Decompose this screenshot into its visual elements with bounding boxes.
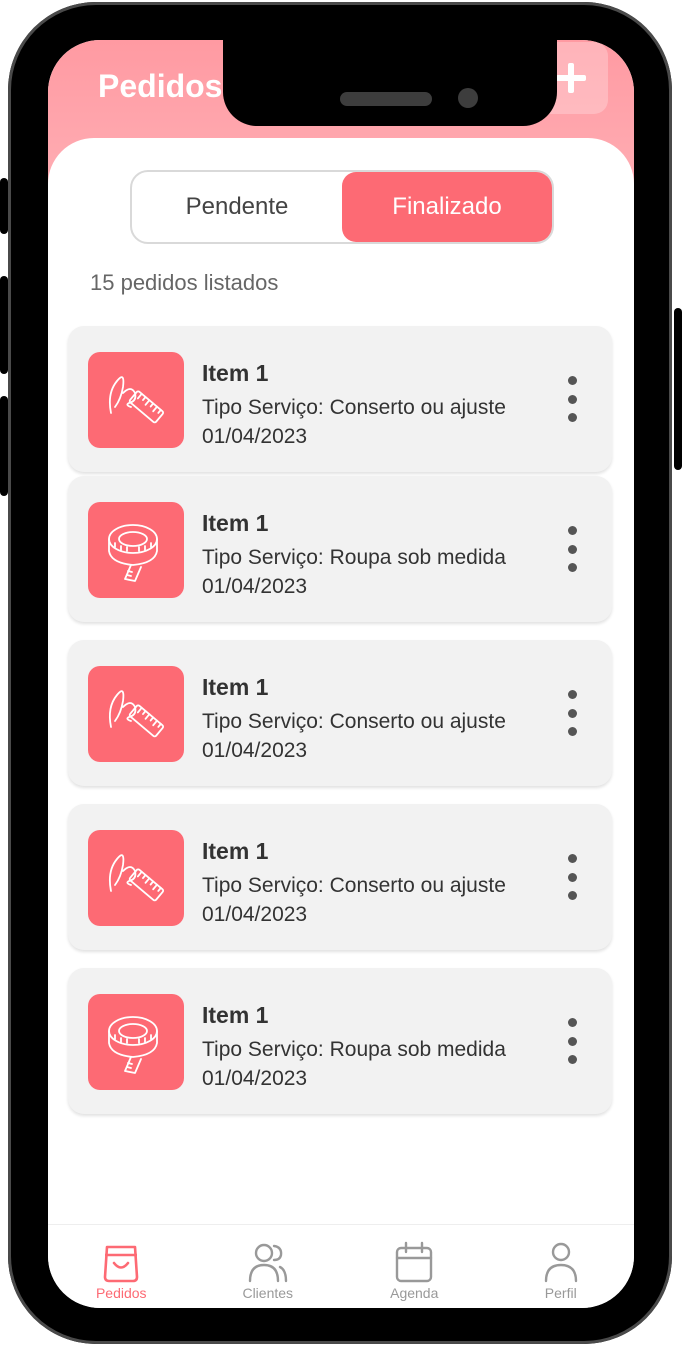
main-content: Pendente Finalizado 15 pedidos listados … <box>48 138 634 1228</box>
volume-up-button <box>0 276 8 374</box>
order-service-type: Tipo Serviço: Conserto ou ajuste <box>202 874 506 897</box>
tab-pendente[interactable]: Pendente <box>132 172 342 242</box>
order-date: 01/04/2023 <box>202 739 308 762</box>
orders-count: 15 pedidos listados <box>90 270 279 295</box>
more-options-icon[interactable] <box>558 690 586 736</box>
measuring-tape-icon <box>101 513 171 587</box>
tab-finalizado[interactable]: Finalizado <box>342 172 552 242</box>
speaker-grille <box>340 92 432 106</box>
order-card[interactable]: Item 1 Tipo Serviço: Roupa sob medida 01/0… <box>68 968 612 1114</box>
user-icon <box>544 1242 577 1283</box>
order-thumbnail <box>88 994 184 1090</box>
more-options-icon[interactable] <box>558 1018 586 1064</box>
app-screen: Pedidos Pendente Finalizado 15 pedidos l… <box>48 40 634 1308</box>
order-thumbnail <box>88 830 184 926</box>
mute-switch <box>0 178 8 234</box>
more-options-icon[interactable] <box>558 526 586 572</box>
order-service-type: Tipo Serviço: Roupa sob medida <box>202 1038 506 1061</box>
nav-label: Perfil <box>544 1285 577 1301</box>
order-service-type: Tipo Serviço: Conserto ou ajuste <box>202 710 506 733</box>
more-options-icon[interactable] <box>558 854 586 900</box>
needle-thread-icon <box>101 841 171 915</box>
power-button <box>674 308 682 470</box>
calendar-icon <box>396 1241 433 1283</box>
front-camera <box>458 88 478 108</box>
nav-label: Pedidos <box>95 1285 147 1301</box>
measuring-tape-icon <box>101 1005 171 1079</box>
order-thumbnail <box>88 666 184 762</box>
phone-notch <box>223 40 557 126</box>
shopping-bag-icon <box>103 1245 139 1283</box>
order-card[interactable]: Item 1 Tipo Serviço: Roupa sob medida 01/0… <box>68 476 612 622</box>
order-thumbnail <box>88 502 184 598</box>
order-card[interactable]: Item 1 Tipo Serviço: Conserto ou ajuste 01… <box>68 804 612 950</box>
order-name: Item 1 <box>202 510 269 536</box>
order-name: Item 1 <box>202 1002 269 1028</box>
volume-down-button <box>0 396 8 496</box>
nav-label: Clientes <box>242 1285 294 1301</box>
bottom-nav: Pedidos Clientes Agenda Perfil <box>48 1224 634 1308</box>
order-date: 01/04/2023 <box>202 575 308 598</box>
plus-icon <box>556 63 586 93</box>
nav-item-agenda[interactable]: Agenda <box>341 1225 488 1308</box>
order-card[interactable]: Item 1 Tipo Serviço: Conserto ou ajuste 01… <box>68 640 612 786</box>
more-options-icon[interactable] <box>558 376 586 422</box>
needle-thread-icon <box>101 363 171 437</box>
order-service-type: Tipo Serviço: Conserto ou ajuste <box>202 396 506 419</box>
order-name: Item 1 <box>202 674 269 700</box>
order-name: Item 1 <box>202 838 269 864</box>
order-thumbnail <box>88 352 184 448</box>
nav-item-clientes[interactable]: Clientes <box>195 1225 342 1308</box>
order-name: Item 1 <box>202 360 269 386</box>
needle-thread-icon <box>101 677 171 751</box>
users-icon <box>248 1243 287 1283</box>
order-date: 01/04/2023 <box>202 425 308 448</box>
order-date: 01/04/2023 <box>202 1067 308 1090</box>
status-segmented-control: Pendente Finalizado <box>130 170 554 244</box>
order-date: 01/04/2023 <box>202 903 308 926</box>
nav-item-perfil[interactable]: Perfil <box>488 1225 635 1308</box>
order-card[interactable]: Item 1 Tipo Serviço: Conserto ou ajuste 01… <box>68 326 612 472</box>
nav-label: Agenda <box>390 1285 439 1301</box>
nav-item-pedidos[interactable]: Pedidos <box>48 1225 195 1308</box>
page-title: Pedidos <box>98 68 223 104</box>
order-service-type: Tipo Serviço: Roupa sob medida <box>202 546 506 569</box>
